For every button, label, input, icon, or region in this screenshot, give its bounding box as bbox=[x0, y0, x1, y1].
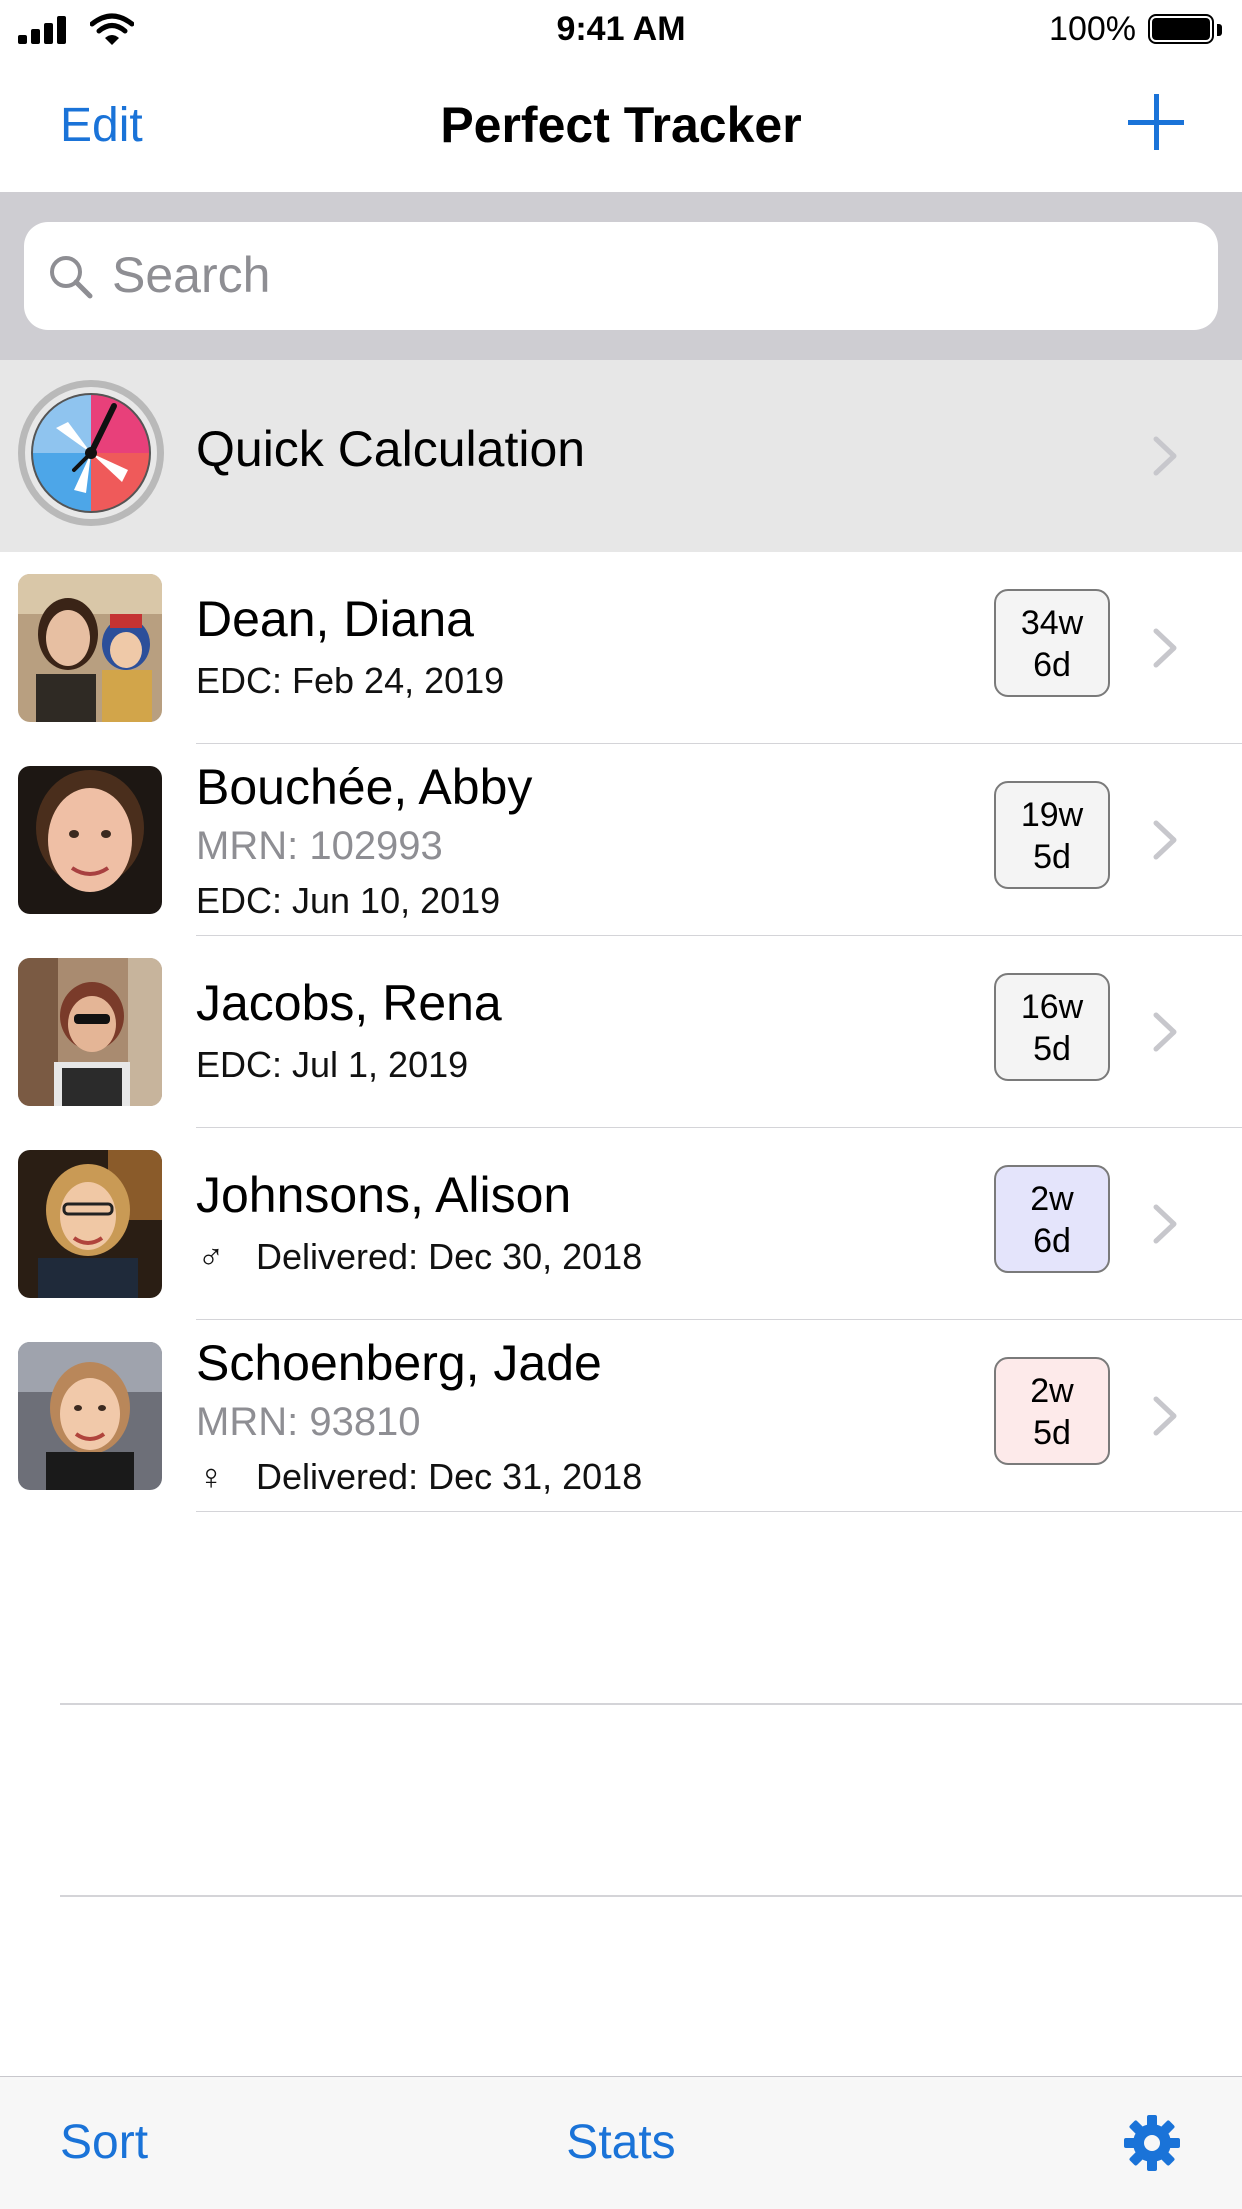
badge-days: 5d bbox=[1033, 1414, 1071, 1452]
patient-row-dean-diana[interactable]: Dean, Diana EDC: Feb 24, 2019 34w 6d bbox=[0, 552, 1242, 744]
badge-days: 5d bbox=[1033, 1030, 1071, 1068]
patient-name: Jacobs, Rena bbox=[196, 975, 502, 1031]
gestational-age-badge: 2w 6d bbox=[994, 1165, 1110, 1273]
male-icon: ♂ bbox=[197, 1236, 225, 1277]
row-divider bbox=[196, 1510, 1242, 1512]
patient-delivery: ♀ Delivered: Dec 31, 2018 bbox=[196, 1456, 643, 1498]
female-icon: ♀ bbox=[197, 1456, 225, 1497]
badge-weeks: 2w bbox=[1030, 1180, 1074, 1218]
gestational-age-badge: 34w 6d bbox=[994, 589, 1110, 697]
badge-days: 6d bbox=[1033, 646, 1071, 684]
patient-name: Johnsons, Alison bbox=[196, 1167, 572, 1223]
quick-calculation-label: Quick Calculation bbox=[196, 421, 586, 477]
delivered-date: Delivered: Dec 31, 2018 bbox=[256, 1456, 643, 1497]
battery-percentage: 100% bbox=[1049, 10, 1136, 48]
chevron-right-icon bbox=[1153, 1396, 1177, 1436]
patient-mrn: MRN: 102993 bbox=[196, 824, 443, 868]
stats-button[interactable]: Stats bbox=[0, 2115, 1242, 2170]
patient-photo bbox=[18, 766, 162, 914]
badge-days: 5d bbox=[1033, 838, 1071, 876]
chevron-right-icon bbox=[1153, 436, 1177, 476]
gestational-age-badge: 16w 5d bbox=[994, 973, 1110, 1081]
patient-delivery: ♂ Delivered: Dec 30, 2018 bbox=[196, 1236, 643, 1278]
badge-weeks: 2w bbox=[1030, 1372, 1074, 1410]
patient-row-johnsons-alison[interactable]: Johnsons, Alison ♂ Delivered: Dec 30, 201… bbox=[0, 1128, 1242, 1320]
patient-edc: EDC: Feb 24, 2019 bbox=[196, 660, 505, 701]
patient-edc: EDC: Jul 1, 2019 bbox=[196, 1044, 469, 1085]
patient-photo bbox=[18, 958, 162, 1106]
gestational-age-badge: 2w 5d bbox=[994, 1357, 1110, 1465]
status-bar: 9:41 AM 100% bbox=[0, 0, 1242, 60]
gestational-age-badge: 19w 5d bbox=[994, 781, 1110, 889]
patient-edc: EDC: Jun 10, 2019 bbox=[196, 880, 501, 921]
search-field[interactable] bbox=[24, 222, 1218, 330]
badge-weeks: 34w bbox=[1020, 604, 1084, 642]
empty-row-divider bbox=[60, 1703, 1242, 1705]
battery-icon bbox=[1148, 14, 1224, 48]
patient-photo bbox=[18, 574, 162, 722]
empty-row-divider bbox=[60, 1895, 1242, 1897]
patient-name: Dean, Diana bbox=[196, 591, 474, 647]
plus-icon[interactable] bbox=[1128, 94, 1184, 150]
patient-row-schoenberg-jade[interactable]: Schoenberg, Jade MRN: 93810 ♀ Delivered: … bbox=[0, 1320, 1242, 1512]
patient-mrn: MRN: 93810 bbox=[196, 1400, 421, 1444]
chevron-right-icon bbox=[1153, 1012, 1177, 1052]
search-icon bbox=[50, 256, 93, 299]
quick-calculation-row[interactable]: Quick Calculation bbox=[0, 360, 1242, 553]
search-input[interactable] bbox=[112, 242, 1192, 308]
patient-photo bbox=[18, 1150, 162, 1298]
bottom-toolbar: Sort Stats bbox=[0, 2076, 1242, 2209]
badge-weeks: 16w bbox=[1020, 988, 1084, 1026]
chevron-right-icon bbox=[1153, 1204, 1177, 1244]
patient-name: Schoenberg, Jade bbox=[196, 1335, 602, 1391]
chevron-right-icon bbox=[1153, 820, 1177, 860]
patient-photo bbox=[18, 1342, 162, 1490]
patient-row-bouchee-abby[interactable]: Bouchée, Abby MRN: 102993 EDC: Jun 10, 2… bbox=[0, 744, 1242, 936]
patient-name: Bouchée, Abby bbox=[196, 759, 533, 815]
delivered-date: Delivered: Dec 30, 2018 bbox=[256, 1236, 643, 1277]
page-title: Perfect Tracker bbox=[440, 97, 802, 153]
chevron-right-icon bbox=[1153, 628, 1177, 668]
patient-row-jacobs-rena[interactable]: Jacobs, Rena EDC: Jul 1, 2019 16w 5d bbox=[0, 936, 1242, 1128]
badge-weeks: 19w bbox=[1020, 796, 1084, 834]
badge-days: 6d bbox=[1033, 1222, 1071, 1260]
gear-icon[interactable] bbox=[1122, 2113, 1182, 2173]
navigation-bar: Edit Perfect Tracker bbox=[0, 60, 1242, 193]
pregnancy-wheel-icon bbox=[18, 380, 164, 526]
search-bar bbox=[0, 192, 1242, 360]
